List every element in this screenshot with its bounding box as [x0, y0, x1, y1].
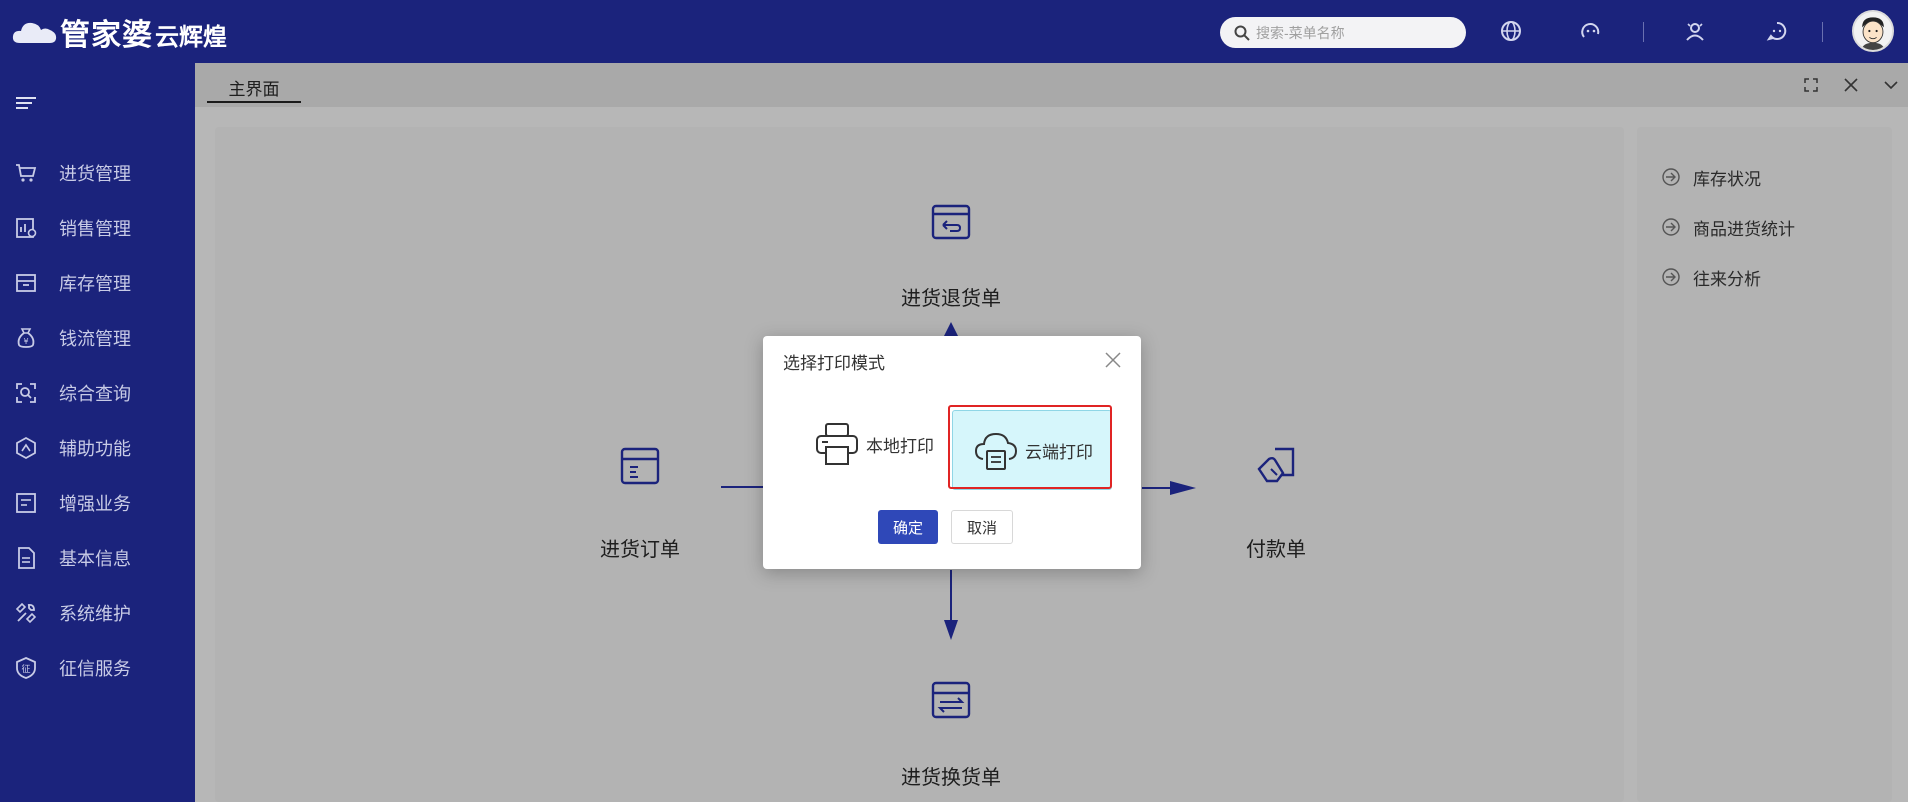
quick-link-inventory-status[interactable]: 库存状况 — [1661, 162, 1761, 192]
sidebar-item-label: 进货管理 — [59, 164, 131, 184]
cloud-print-option[interactable]: 云端打印 — [952, 410, 1112, 490]
tab-home[interactable]: 主界面 — [207, 73, 301, 103]
quick-link-account-analysis[interactable]: 往来分析 — [1661, 262, 1761, 292]
sidebar-item-sales[interactable]: 销售管理 — [0, 208, 195, 248]
money-bag-icon: ¥ — [13, 325, 39, 351]
cloud-logo-icon — [12, 22, 57, 43]
wrench-icon — [13, 600, 39, 626]
list-box-icon — [13, 490, 39, 516]
sidebar-item-cashflow[interactable]: ¥ 钱流管理 — [0, 318, 195, 358]
sidebar-item-label: 系统维护 — [59, 604, 131, 624]
hexagon-icon — [13, 435, 39, 461]
divider — [1822, 22, 1823, 42]
sidebar-item-maintenance[interactable]: 系统维护 — [0, 593, 195, 633]
close-icon[interactable] — [1101, 348, 1125, 372]
arrow-circle-icon — [1662, 168, 1680, 186]
sidebar-item-query[interactable]: 综合查询 — [0, 373, 195, 413]
brand-main: 管家婆 — [60, 18, 153, 53]
sidebar-item-enhanced[interactable]: 增强业务 — [0, 483, 195, 523]
flow-node-purchase-order[interactable]: 进货订单 — [560, 443, 720, 562]
tab-strip: 主界面 — [195, 63, 1908, 107]
inventory-box-icon — [13, 270, 39, 296]
payment-icon — [1257, 447, 1295, 483]
fullscreen-icon[interactable] — [1799, 73, 1823, 97]
local-print-option[interactable]: 本地打印 — [814, 406, 944, 482]
flow-label-payment: 付款单 — [1246, 539, 1306, 561]
exchange-box-icon — [931, 681, 971, 719]
quick-link-purchase-stats[interactable]: 商品进货统计 — [1661, 212, 1795, 242]
chat-bot-icon[interactable] — [1578, 18, 1604, 44]
app-logo: 管家婆 云辉煌 — [12, 12, 227, 53]
cart-icon — [13, 160, 39, 186]
return-box-icon — [931, 204, 971, 240]
shield-badge-icon: 征 — [13, 655, 39, 681]
sidebar-item-basic-info[interactable]: 基本信息 — [0, 538, 195, 578]
flow-label-purchase-order: 进货订单 — [600, 539, 680, 561]
quick-link-label: 商品进货统计 — [1693, 219, 1795, 239]
confirm-button[interactable]: 确定 — [878, 510, 938, 544]
brand-sub: 云辉煌 — [155, 23, 227, 51]
dialog-title: 选择打印模式 — [783, 354, 885, 373]
arrow-circle-icon — [1662, 218, 1680, 236]
globe-icon[interactable] — [1498, 18, 1524, 44]
sidebar-item-label: 综合查询 — [59, 384, 131, 404]
arrow-circle-icon — [1662, 268, 1680, 286]
sidebar: 进货管理 销售管理 库存管理 ¥ 钱流管理 综合查询 辅助功能 增强业务 基本信… — [0, 63, 195, 802]
user-avatar[interactable] — [1852, 10, 1894, 52]
close-tab-icon[interactable] — [1839, 73, 1863, 97]
sidebar-item-inventory[interactable]: 库存管理 — [0, 263, 195, 303]
document-icon — [13, 545, 39, 571]
cloud-print-label: 云端打印 — [1025, 442, 1093, 462]
menu-toggle-icon[interactable] — [14, 93, 38, 113]
search-icon — [1234, 25, 1250, 41]
flow-node-return-order[interactable]: 进货退货单 — [871, 198, 1031, 311]
customer-service-icon[interactable] — [1682, 18, 1708, 44]
quick-links-panel: 库存状况 商品进货统计 往来分析 — [1637, 127, 1892, 802]
menu-search[interactable] — [1220, 17, 1466, 48]
order-box-icon — [620, 447, 660, 485]
cloud-printer-icon — [974, 432, 1018, 470]
sidebar-item-label: 销售管理 — [59, 219, 131, 239]
flow-node-payment[interactable]: 付款单 — [1196, 443, 1356, 562]
sidebar-item-label: 征信服务 — [59, 659, 131, 679]
divider — [1643, 22, 1644, 42]
sidebar-item-label: 辅助功能 — [59, 439, 131, 459]
sidebar-item-label: 钱流管理 — [59, 329, 131, 349]
local-print-label: 本地打印 — [866, 436, 934, 456]
sidebar-item-auxiliary[interactable]: 辅助功能 — [0, 428, 195, 468]
flow-label-return-order: 进货退货单 — [901, 288, 1001, 310]
sidebar-item-label: 库存管理 — [59, 274, 131, 294]
sidebar-item-label: 基本信息 — [59, 549, 131, 569]
svg-text:¥: ¥ — [23, 337, 28, 346]
flow-node-exchange-order[interactable]: 进货换货单 — [871, 677, 1031, 790]
query-icon — [13, 380, 39, 406]
sidebar-item-credit[interactable]: 征 征信服务 — [0, 648, 195, 688]
printer-icon — [816, 423, 858, 465]
sidebar-item-purchase[interactable]: 进货管理 — [0, 153, 195, 193]
top-bar: 管家婆 云辉煌 — [0, 0, 1908, 63]
sidebar-item-label: 增强业务 — [59, 494, 131, 514]
shield-badge-char: 征 — [21, 664, 30, 675]
message-icon[interactable] — [1764, 18, 1790, 44]
cancel-button[interactable]: 取消 — [951, 510, 1013, 544]
chevron-down-icon[interactable] — [1879, 73, 1903, 97]
search-input[interactable] — [1256, 24, 1456, 41]
flow-label-exchange-order: 进货换货单 — [901, 767, 1001, 789]
quick-link-label: 库存状况 — [1693, 169, 1761, 189]
quick-link-label: 往来分析 — [1693, 269, 1761, 289]
sales-chart-icon — [13, 215, 39, 241]
print-mode-dialog: 选择打印模式 本地打印 云端打印 确定 取消 — [763, 336, 1141, 569]
